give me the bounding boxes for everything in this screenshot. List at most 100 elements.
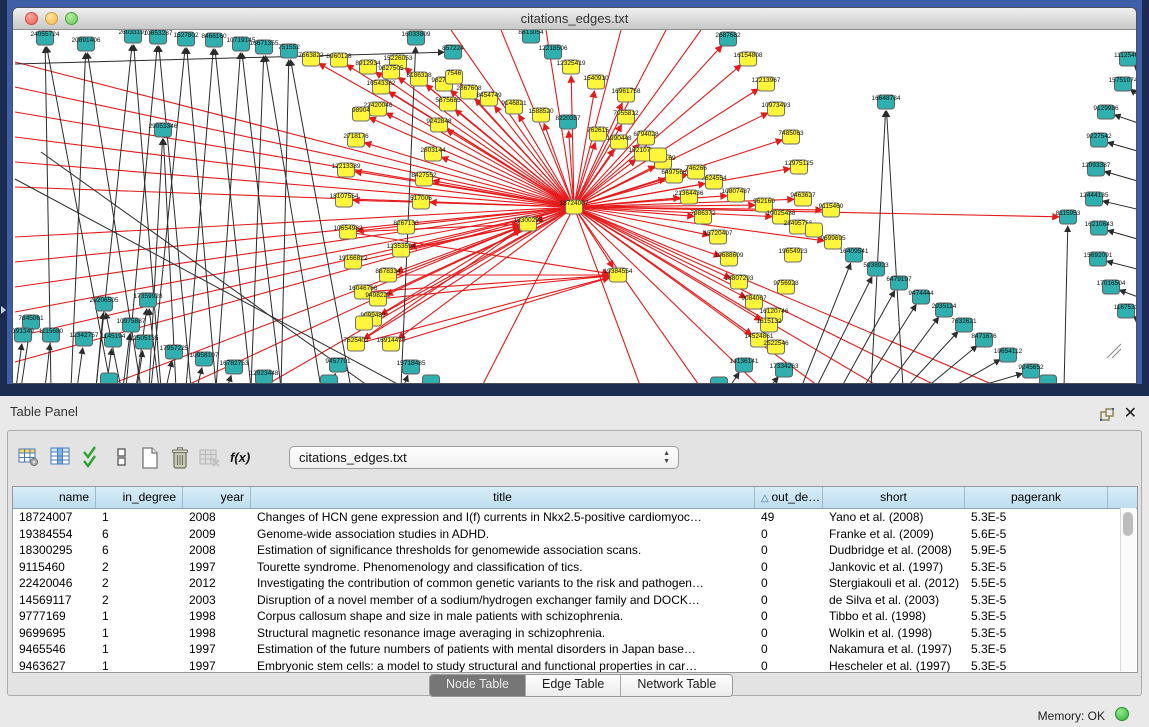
table-row[interactable]: 946554611997Estimation of the future num… [13,641,1137,658]
network-node[interactable]: 10958107 [190,352,219,366]
table-row[interactable]: 977716911998Corpus callosum shape and si… [13,608,1137,625]
table-row[interactable]: 1872400712008Changes of HCN gene express… [13,509,1137,526]
network-node[interactable]: 24055724 [31,31,60,45]
network-node[interactable]: 12093387 [1082,162,1111,176]
table-cell[interactable]: 5.3E-5 [965,509,1108,526]
network-node[interactable]: 8454749 [476,92,502,106]
window-titlebar[interactable]: citations_edges.txt [13,8,1136,30]
network-node[interactable]: 12923448 [250,370,279,384]
table-cell[interactable]: 5.3E-5 [965,559,1108,576]
network-node[interactable]: 8813054 [518,30,544,43]
network-node[interactable] [356,316,373,330]
table-cell[interactable]: 0 [755,608,823,625]
network-node[interactable]: 2718176 [343,133,369,147]
table-cell[interactable]: 9463627 [13,658,96,674]
resize-grip[interactable] [1107,344,1121,358]
table-cell[interactable]: 18724007 [13,509,96,526]
column-header-in_degree[interactable]: in_degree [96,487,183,508]
network-node[interactable]: 17334263 [770,363,799,377]
table-cell[interactable]: Jankovic et al. (1997) [823,559,965,576]
network-node[interactable]: 762615 [587,127,609,141]
close-panel-icon[interactable]: ✕ [1124,403,1137,423]
network-node[interactable]: 8267130 [393,220,419,234]
network-node[interactable]: 751552 [278,44,300,58]
table-cell[interactable]: 0 [755,575,823,592]
table-cell[interactable]: 5.3E-5 [965,608,1108,625]
table-cell[interactable]: Changes of HCN gene expression and I(f) … [251,509,755,526]
column-header-out_de[interactable]: △ out_de… [755,487,823,508]
network-node[interactable]: 12975125 [785,160,814,174]
network-node[interactable]: 98904 [352,107,370,121]
table-cell[interactable]: Disruption of a novel member of a sodium… [251,592,755,609]
table-row[interactable]: 1456911722003Disruption of a novel membe… [13,592,1137,609]
network-node[interactable]: 11125462 [1114,52,1136,66]
network-node[interactable]: 16409541 [840,248,869,262]
network-node[interactable]: 7845061 [18,315,44,329]
network-graph[interactable]: 1872400776638228960128891293415226053982… [13,30,1136,384]
network-node[interactable]: 10975887 [117,318,146,332]
network-node[interactable]: 17957225 [160,345,189,359]
table-cell[interactable]: 22420046 [13,575,96,592]
network-node[interactable]: 5938923 [863,262,889,276]
tab-node-table[interactable]: Node Table [430,675,526,696]
network-node[interactable]: 9699695 [820,235,846,249]
network-node[interactable]: 8115953 [1056,210,1081,224]
table-vertical-scrollbar[interactable] [1120,508,1136,671]
scrollbar-thumb[interactable] [1123,512,1133,536]
column-header-year[interactable]: year [183,487,251,508]
table-cell[interactable]: Investigating the contribution of common… [251,575,755,592]
table-cell[interactable]: 1 [96,625,183,642]
table-cell[interactable]: 5.3E-5 [965,658,1108,674]
table-settings-icon[interactable] [18,446,42,470]
network-node[interactable]: 7632621 [951,318,977,332]
show-columns-icon[interactable] [50,446,74,470]
network-canvas[interactable]: 1872400776638228960128891293415226053982… [13,30,1136,384]
network-node[interactable]: 21364436 [675,190,704,204]
column-header-short[interactable]: short [823,487,965,508]
network-node[interactable]: 19654923 [779,248,808,262]
network-node[interactable]: 15692091 [1084,252,1113,266]
clear-table-icon[interactable] [198,446,222,470]
table-cell[interactable]: Hescheler et al. (1997) [823,658,965,674]
network-node[interactable]: 15718485 [397,360,426,374]
column-header-name[interactable]: name [13,487,96,508]
create-table-icon[interactable] [138,446,162,470]
network-node[interactable]: 7986372 [690,210,716,224]
table-cell[interactable]: 18300295 [13,542,96,559]
network-node[interactable]: 9756928 [773,280,799,294]
network-node[interactable] [321,375,338,384]
network-node[interactable]: 18807293 [725,275,754,289]
table-cell[interactable]: 2008 [183,542,251,559]
table-cell[interactable]: 1997 [183,641,251,658]
table-row[interactable]: 969969511998Structural magnetic resonanc… [13,625,1137,642]
network-node[interactable]: 17016504 [1097,280,1126,294]
network-node[interactable]: 1167533 [1114,304,1136,318]
network-node[interactable] [101,373,118,384]
table-cell[interactable]: 5.3E-5 [965,592,1108,609]
network-node[interactable]: 12325419 [557,60,586,74]
network-node[interactable]: 8960128 [326,53,352,67]
tab-network-table[interactable]: Network Table [621,675,732,696]
network-node[interactable]: 6479197 [886,276,912,290]
network-node[interactable]: 1115680 [39,328,64,342]
network-node[interactable]: 12444135 [1080,192,1109,206]
network-node[interactable]: 7546 [446,70,463,84]
memory-status-indicator[interactable] [1115,707,1129,721]
network-node[interactable]: 16914479 [377,337,406,351]
table-cell[interactable]: de Silva et al. (2003) [823,592,965,609]
network-node[interactable]: 16961758 [612,88,641,102]
network-node[interactable]: 16543382 [367,80,396,94]
network-node[interactable]: 9129986 [1093,105,1119,119]
table-cell[interactable]: 9699695 [13,625,96,642]
table-cell[interactable]: 0 [755,658,823,674]
network-node[interactable] [1040,375,1057,384]
table-cell[interactable]: 1 [96,608,183,625]
table-cell[interactable]: 2 [96,592,183,609]
network-node[interactable]: 8186328 [406,72,432,86]
table-cell[interactable]: 0 [755,559,823,576]
network-node[interactable] [650,148,667,162]
table-cell[interactable]: Corpus callosum shape and size in male p… [251,608,755,625]
zoom-window-button[interactable] [65,12,78,25]
network-node[interactable]: 10654112 [994,348,1023,362]
network-node[interactable] [423,375,440,384]
